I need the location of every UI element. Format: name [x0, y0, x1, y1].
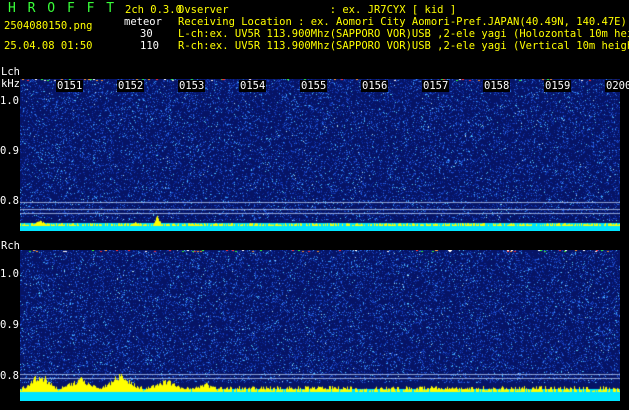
meteor-label: meteor — [124, 16, 162, 28]
time-label-0200: 0200 — [605, 80, 629, 92]
filename: 2504080150.png — [4, 20, 93, 32]
lch-waterfall — [20, 79, 620, 231]
rch-ytick-1.0: 1.0 — [0, 268, 19, 280]
time-label-0159: 0159 — [544, 80, 572, 92]
time-label-0153: 0153 — [178, 80, 206, 92]
lch-description: L-ch:ex. UV5R 113.900Mhz(SAPPORO VOR)USB… — [178, 28, 629, 40]
time-label-0154: 0154 — [239, 80, 267, 92]
time-label-0151: 0151 — [56, 80, 84, 92]
lch-spectrogram — [20, 79, 620, 231]
rch-label: Rch — [1, 240, 20, 252]
lch-meteor-count: 30 — [140, 28, 153, 40]
rch-ytick-0.9: 0.9 — [0, 319, 19, 331]
time-label-0157: 0157 — [422, 80, 450, 92]
time-label-0156: 0156 — [361, 80, 389, 92]
channel-info: 2ch 0.3.0 — [125, 4, 182, 16]
rch-meteor-count: 110 — [140, 40, 159, 52]
lch-ytick-0.9: 0.9 — [0, 145, 19, 157]
lch-ytick-1.0: 1.0 — [0, 95, 19, 107]
observer-line: Ovserver : ex. JR7CYX [ kid ] — [178, 4, 457, 16]
time-label-0155: 0155 — [300, 80, 328, 92]
lch-unit: kHz — [1, 78, 20, 90]
rch-description: R-ch:ex. UV5R 113.900Mhz(SAPPORO VOR)USB… — [178, 40, 629, 52]
lch-ytick-0.8: 0.8 — [0, 195, 19, 207]
rch-ytick-0.8: 0.8 — [0, 370, 19, 382]
app-name: H R O F F T — [8, 1, 117, 16]
location-line: Receiving Location : ex. Aomori City Aom… — [178, 16, 627, 28]
time-label-0158: 0158 — [483, 80, 511, 92]
rch-spectrogram — [20, 250, 620, 401]
timestamp: 25.04.08 01:50 — [4, 40, 93, 52]
rch-waterfall — [20, 250, 620, 401]
time-label-0152: 0152 — [117, 80, 145, 92]
lch-label: Lch — [1, 66, 20, 78]
